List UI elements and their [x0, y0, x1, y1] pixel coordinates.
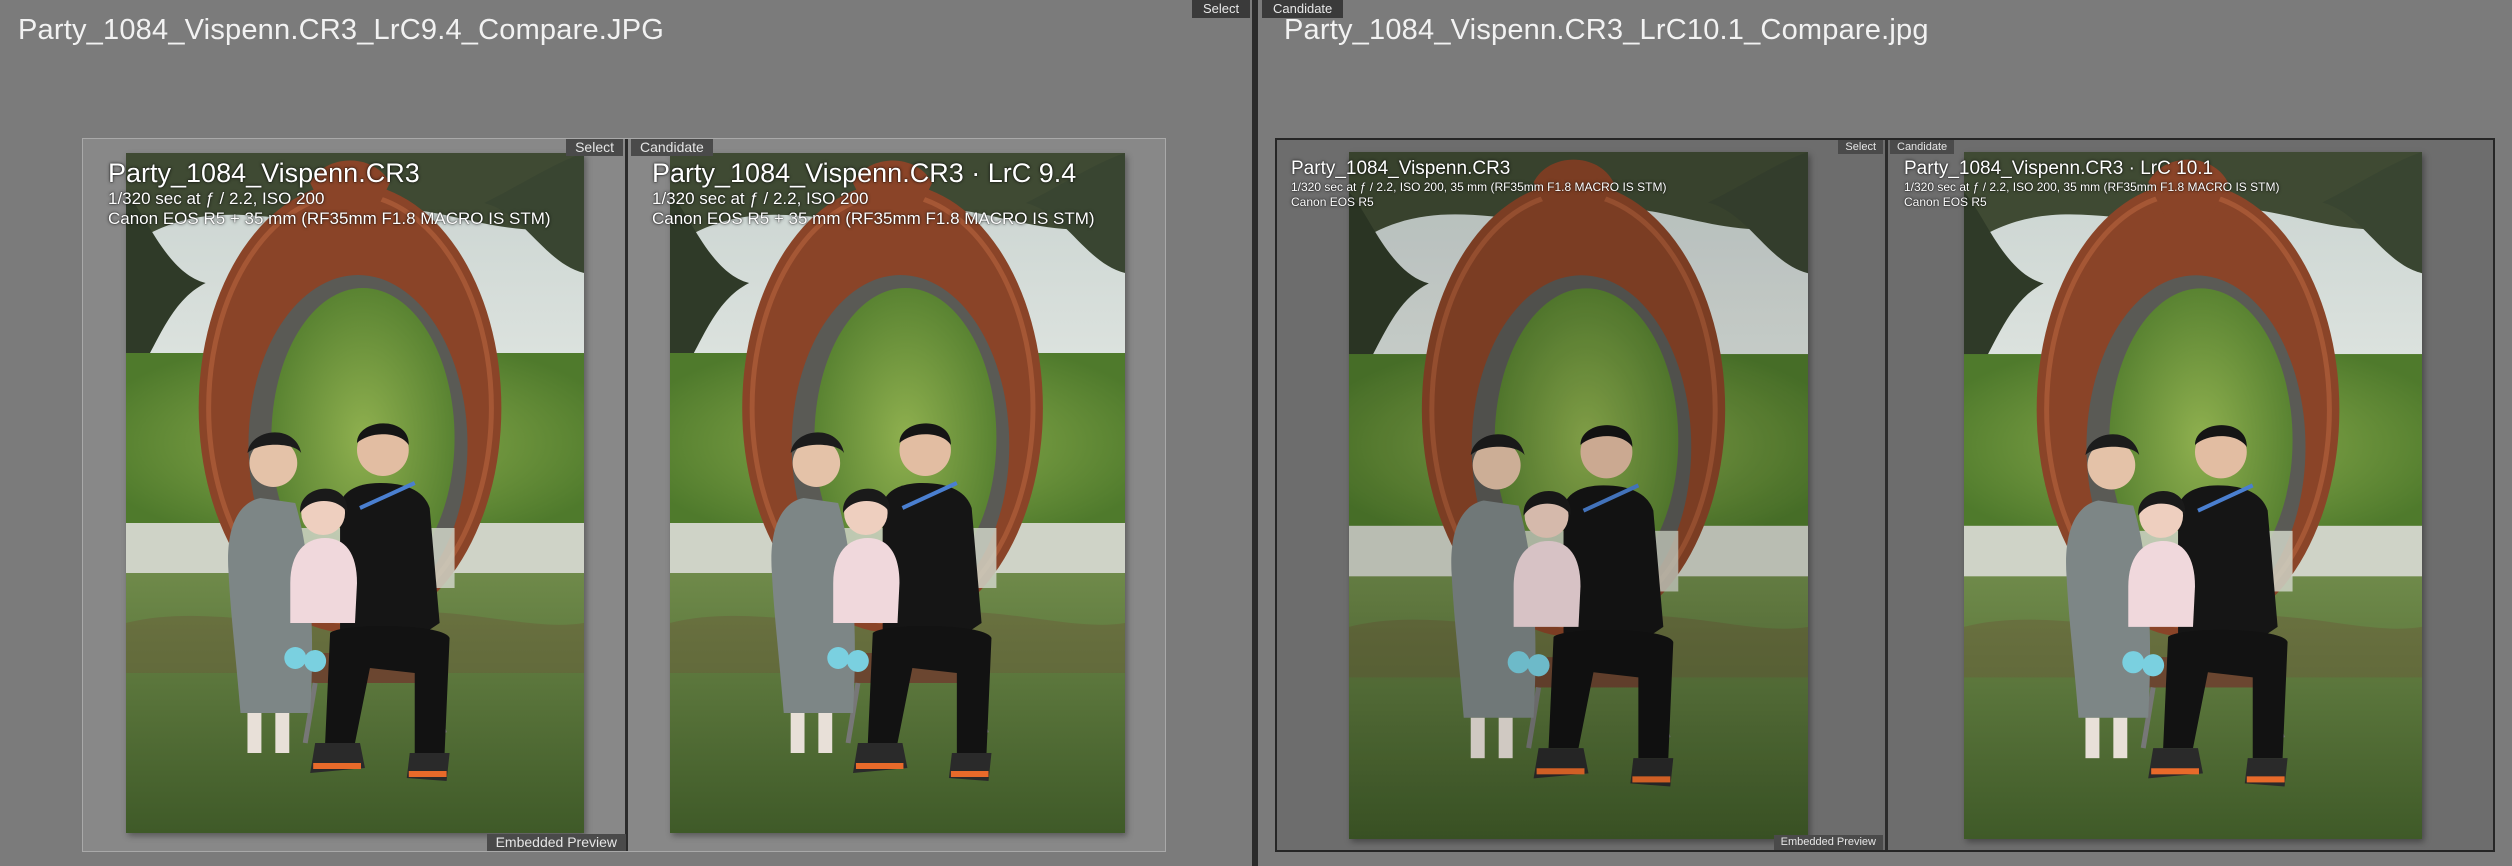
- candidate-camera-small: Canon EOS R5: [1904, 195, 1987, 209]
- candidate-info-overlay: Party_1084_Vispenn.CR3 · LrC 9.4 1/320 s…: [652, 157, 1095, 229]
- candidate-exposure: 1/320 sec at ƒ / 2.2, ISO 200: [652, 189, 869, 208]
- select-tag: Select: [566, 139, 623, 156]
- left-candidate-panel[interactable]: Candidate Party_1084_Vispenn.CR3 · LrC 9…: [628, 139, 1165, 851]
- header-select-tag: Select: [1192, 0, 1251, 18]
- select-info-overlay-small: Party_1084_Vispenn.CR3 1/320 sec at ƒ / …: [1291, 158, 1666, 210]
- right-candidate-panel[interactable]: Candidate Party_1084_Vispenn.CR3 · LrC 1…: [1888, 140, 2492, 850]
- candidate-filename: Party_1084_Vispenn.CR3 · LrC 9.4: [652, 158, 1077, 188]
- candidate-filename-small: Party_1084_Vispenn.CR3 · LrC 10.1: [1904, 158, 2214, 179]
- right-compare-pane: Candidate Party_1084_Vispenn.CR3_LrC10.1…: [1258, 0, 2512, 866]
- embedded-preview-badge-small: Embedded Preview: [1773, 835, 1883, 850]
- candidate-photo-small[interactable]: [1964, 152, 2422, 839]
- select-camera-small: Canon EOS R5: [1291, 195, 1374, 209]
- right-pane-title: Party_1084_Vispenn.CR3_LrC10.1_Compare.j…: [1284, 14, 1929, 46]
- select-filename: Party_1084_Vispenn.CR3: [108, 158, 420, 188]
- select-exposure-small: 1/320 sec at ƒ / 2.2, ISO 200, 35 mm (RF…: [1291, 180, 1667, 194]
- left-select-panel[interactable]: Select Party_1084_Vispenn.CR3 1/320 sec …: [83, 139, 626, 851]
- candidate-photo[interactable]: [670, 153, 1125, 833]
- candidate-exposure-small: 1/320 sec at ƒ / 2.2, ISO 200, 35 mm (RF…: [1904, 180, 2280, 194]
- candidate-tag: Candidate: [631, 139, 713, 156]
- select-camera: Canon EOS R5 + 35 mm (RF35mm F1.8 MACRO …: [108, 209, 551, 228]
- select-photo[interactable]: [126, 153, 584, 833]
- candidate-tag-small: Candidate: [1890, 140, 1955, 154]
- candidate-camera: Canon EOS R5 + 35 mm (RF35mm F1.8 MACRO …: [652, 209, 1095, 228]
- right-select-panel[interactable]: Select Party_1084_Vispenn.CR3 1/320 sec …: [1277, 140, 1883, 850]
- left-compare-pane: Party_1084_Vispenn.CR3_LrC9.4_Compare.JP…: [0, 0, 1252, 866]
- select-tag-small: Select: [1838, 140, 1883, 154]
- select-filename-small: Party_1084_Vispenn.CR3: [1291, 158, 1511, 179]
- embedded-preview-badge: Embedded Preview: [486, 834, 626, 851]
- select-photo-small[interactable]: [1349, 152, 1808, 839]
- left-pane-title: Party_1084_Vispenn.CR3_LrC9.4_Compare.JP…: [18, 14, 665, 46]
- candidate-info-overlay-small: Party_1084_Vispenn.CR3 · LrC 10.1 1/320 …: [1904, 158, 2279, 210]
- select-info-overlay: Party_1084_Vispenn.CR3 1/320 sec at ƒ / …: [108, 157, 551, 229]
- select-exposure: 1/320 sec at ƒ / 2.2, ISO 200: [108, 189, 325, 208]
